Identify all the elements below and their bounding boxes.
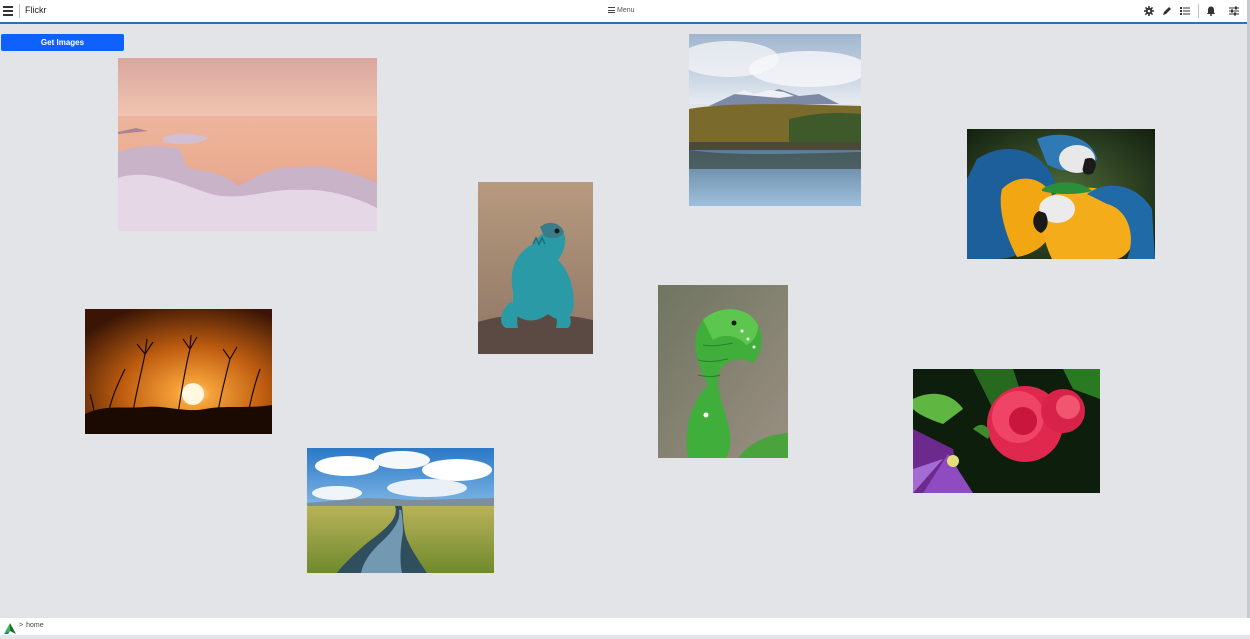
- bell-icon[interactable]: [1205, 5, 1217, 17]
- photo-grassland-stream[interactable]: [307, 448, 494, 573]
- status-bar: > home: [0, 618, 1250, 635]
- pencil-icon[interactable]: [1161, 5, 1173, 17]
- breadcrumb-separator: >: [19, 622, 24, 629]
- menu-small-icon: [608, 7, 615, 15]
- app-logo-icon[interactable]: [4, 621, 16, 634]
- gear-icon[interactable]: [1143, 5, 1155, 17]
- photo-macaws[interactable]: [967, 129, 1155, 259]
- breadcrumb-home[interactable]: home: [26, 622, 44, 629]
- photo-mountain-lake[interactable]: [689, 34, 861, 206]
- photo-pink-sunset[interactable]: [118, 58, 377, 231]
- photo-flowers[interactable]: [913, 369, 1100, 493]
- divider: [1198, 4, 1199, 18]
- app-title: Flickr: [25, 5, 47, 15]
- breadcrumb: > home: [19, 622, 44, 629]
- list-icon[interactable]: [1179, 5, 1191, 17]
- menu-button[interactable]: Menu: [608, 7, 635, 15]
- get-images-button[interactable]: Get Images: [1, 34, 124, 51]
- photo-sunset-grass[interactable]: [85, 309, 272, 434]
- photo-blue-lizard[interactable]: [478, 182, 593, 354]
- menu-label: Menu: [617, 7, 635, 15]
- photo-caterpillar[interactable]: [658, 285, 788, 458]
- divider: [19, 4, 20, 18]
- menu-icon[interactable]: [3, 6, 13, 16]
- top-bar: Flickr Menu: [0, 0, 1250, 24]
- sliders-icon[interactable]: [1228, 5, 1240, 17]
